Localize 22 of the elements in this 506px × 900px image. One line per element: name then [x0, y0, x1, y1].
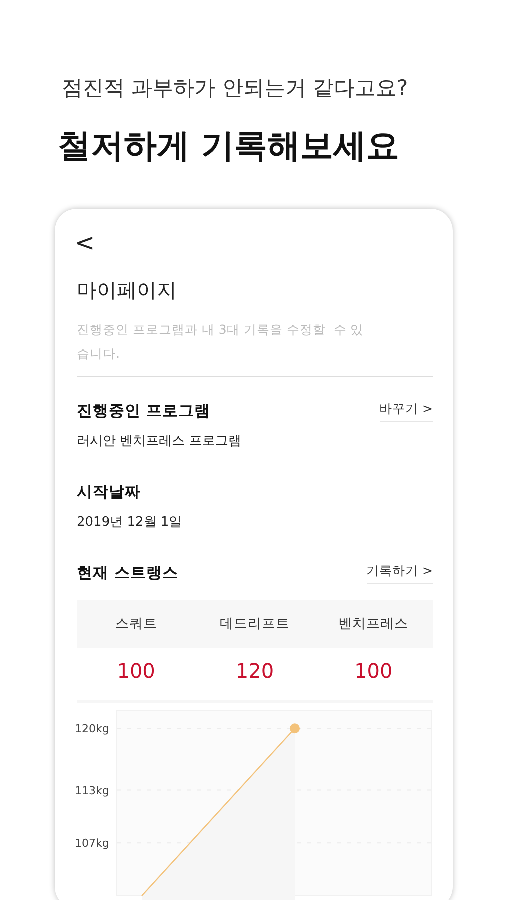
- lift-name: 벤치프레스: [338, 615, 410, 633]
- lift-value: 100: [354, 659, 394, 683]
- section-label: 현재 스트랭스: [77, 563, 178, 584]
- page-description: 진행중인 프로그램과 내 3대 기록을 수정할 수 있습니다.: [77, 321, 365, 363]
- section-value: 2019년 12월 1일: [77, 514, 184, 531]
- chart-point: [290, 724, 300, 734]
- promo-title: 철저하게 기록해보세요: [57, 125, 400, 167]
- axis-label: 107kg: [75, 837, 110, 850]
- record-link[interactable]: 기록하기 >: [366, 563, 433, 584]
- section-label: 진행중인 프로그램: [77, 401, 210, 422]
- promo-subtitle: 점진적 과부하가 안되는거 같다고요?: [61, 75, 410, 102]
- axis-label: 120kg: [75, 722, 110, 736]
- change-link[interactable]: 바꾸기 >: [380, 401, 433, 422]
- section-value: 러시안 벤치프레스 프로그램: [77, 433, 242, 450]
- lift-value: 120: [234, 659, 276, 683]
- lift-name: 스쿼트: [114, 615, 158, 633]
- lift-name: 데드리프트: [218, 615, 291, 633]
- section-label: 시작날짜: [77, 482, 141, 503]
- axis-label: 113kg: [75, 784, 110, 798]
- lift-value: 100: [116, 659, 156, 683]
- page-title: 마이페이지: [77, 277, 178, 304]
- back-button[interactable]: <: [75, 229, 96, 257]
